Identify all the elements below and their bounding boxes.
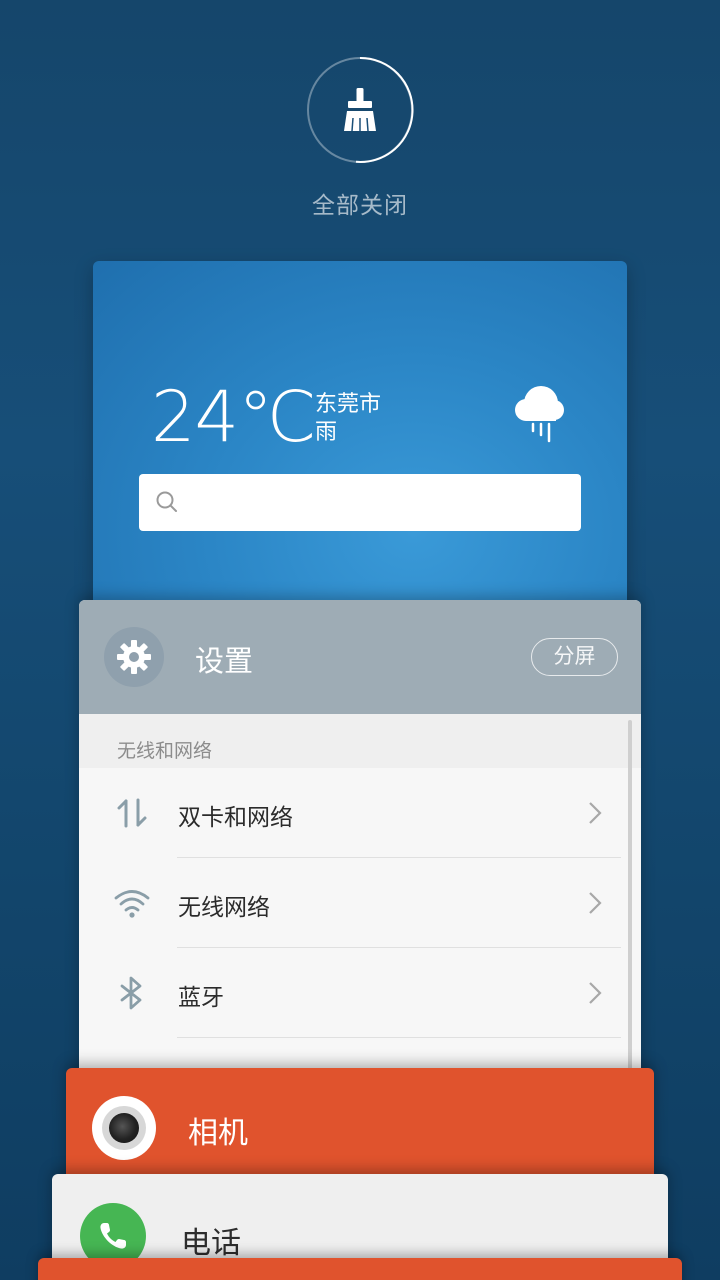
recent-app-settings-card[interactable]: 设置 分屏 无线和网络 双卡和网络 无线网络 蓝牙 (79, 600, 641, 1100)
phone-icon (100, 1223, 126, 1249)
settings-card-header: 设置 分屏 (79, 600, 641, 714)
camera-title: 相机 (188, 1116, 248, 1151)
scrollbar[interactable] (628, 720, 632, 1070)
chevron-right-icon (589, 802, 602, 824)
recent-app-weather-card[interactable]: 24℃ 东莞市 雨 (93, 261, 627, 621)
chevron-right-icon (589, 982, 602, 1004)
settings-row-wifi[interactable]: 无线网络 (79, 858, 641, 948)
bluetooth-icon (120, 976, 142, 1010)
clean-all-label: 全部关闭 (312, 193, 408, 219)
chevron-right-icon (589, 892, 602, 914)
gear-icon (117, 640, 151, 674)
settings-row-label: 无线网络 (178, 895, 270, 921)
settings-row-dual-sim[interactable]: 双卡和网络 (79, 768, 641, 858)
weather-search-input[interactable] (139, 474, 581, 531)
data-arrows-icon (117, 798, 147, 828)
weather-condition: 雨 (315, 420, 338, 445)
settings-row-label: 蓝牙 (178, 985, 224, 1011)
phone-title: 电话 (181, 1226, 241, 1261)
camera-icon (92, 1096, 156, 1160)
settings-row-bluetooth[interactable]: 蓝牙 (79, 948, 641, 1038)
settings-title: 设置 (195, 644, 254, 678)
recent-app-next-card[interactable] (38, 1258, 682, 1280)
rain-cloud-icon (515, 386, 564, 443)
settings-row-label: 双卡和网络 (178, 805, 293, 831)
section-header-wireless: 无线和网络 (79, 714, 641, 768)
wifi-icon (114, 890, 150, 918)
search-icon (156, 491, 177, 512)
clean-all-button[interactable] (306, 56, 414, 164)
temperature: 24℃ (151, 376, 317, 458)
broom-icon (307, 56, 414, 163)
settings-app-icon (104, 627, 164, 687)
split-screen-button[interactable]: 分屏 (531, 638, 618, 676)
camera-lens (109, 1113, 139, 1143)
